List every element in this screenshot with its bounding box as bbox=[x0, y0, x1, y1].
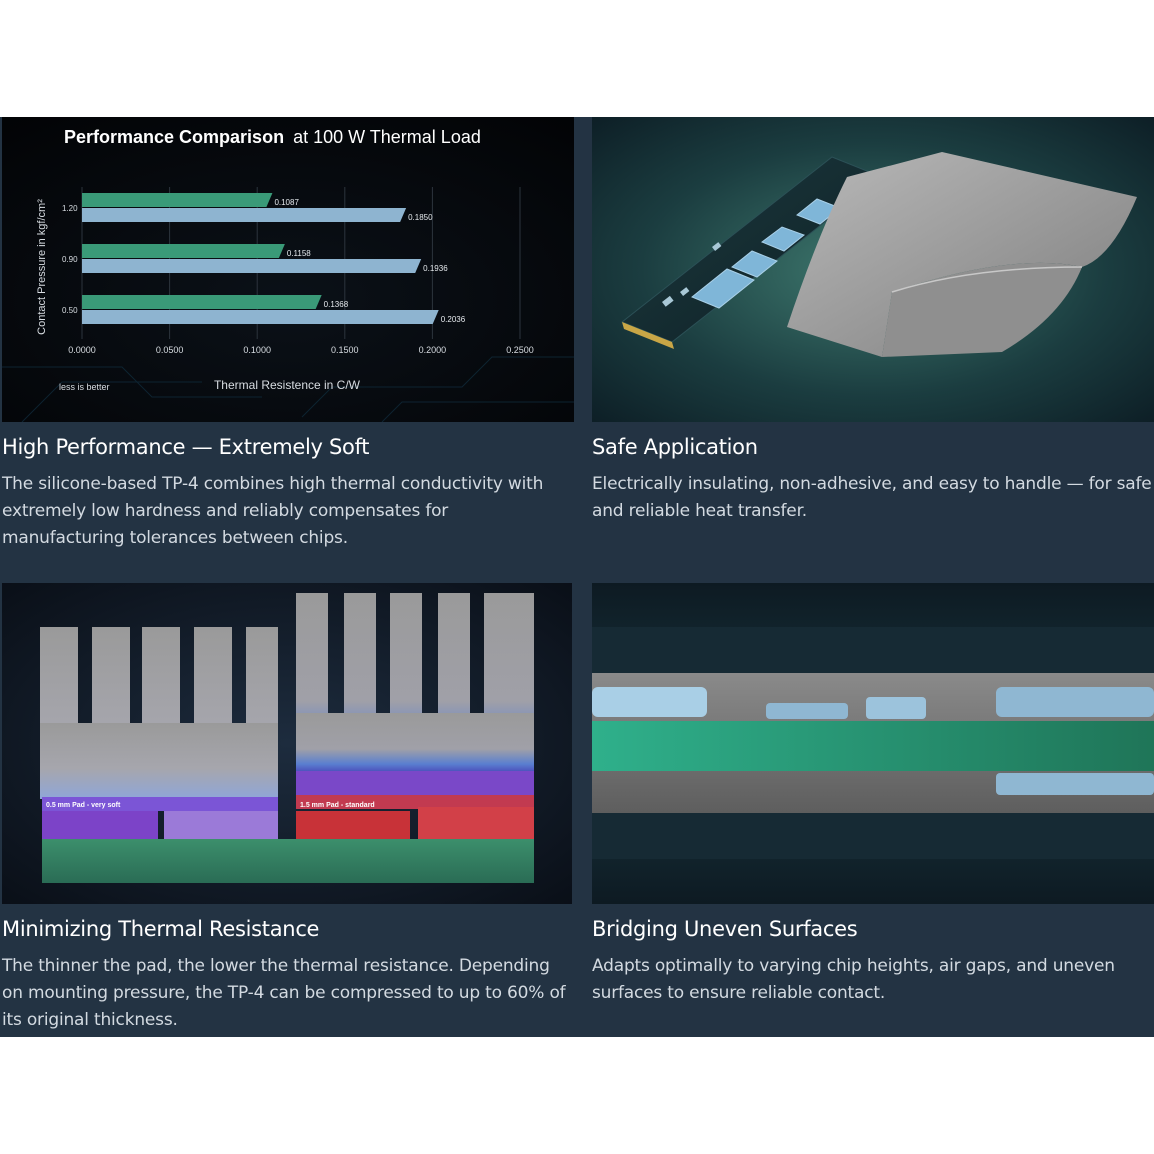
x-tick-label: 0.0500 bbox=[156, 345, 184, 355]
ssd-pad-illustration bbox=[592, 117, 1154, 422]
card-title: Safe Application bbox=[592, 435, 758, 459]
chart-bar bbox=[82, 259, 422, 273]
y-axis-label: Contact Pressure in kgf/cm² bbox=[36, 199, 48, 335]
chart-bar bbox=[82, 244, 285, 258]
card-description: The silicone-based TP-4 combines high th… bbox=[2, 474, 544, 548]
bar-value-label: 0.1368 bbox=[324, 300, 349, 309]
bar-value-label: 0.1158 bbox=[287, 249, 311, 258]
x-tick-label: 0.2500 bbox=[506, 345, 534, 355]
chart-canvas: Performance Comparison at 100 W Thermal … bbox=[2, 117, 574, 422]
card-title: High Performance — Extremely Soft bbox=[2, 435, 370, 459]
card-description: Adapts optimally to varying chip heights… bbox=[592, 956, 1115, 1003]
svg-text:Performance Comparison: Performance Comparison at 100 W Thermal … bbox=[64, 127, 481, 147]
y-category-label: 0.50 bbox=[62, 306, 78, 315]
performance-chart: Performance Comparison at 100 W Thermal … bbox=[2, 117, 574, 422]
chart-bar bbox=[82, 208, 407, 222]
right-pad-label: 1.5 mm Pad - standard bbox=[300, 802, 375, 809]
bar-value-label: 0.2036 bbox=[441, 315, 466, 324]
x-tick-label: 0.2000 bbox=[419, 345, 447, 355]
x-tick-label: 0.0000 bbox=[68, 345, 96, 355]
feature-grid: Performance Comparison at 100 W Thermal … bbox=[0, 117, 1154, 1037]
x-axis-label: Thermal Resistence in C/W bbox=[214, 378, 361, 392]
x-tick-label: 0.1000 bbox=[243, 345, 271, 355]
bar-value-label: 0.1850 bbox=[408, 213, 433, 222]
chart-note: less is better bbox=[59, 382, 110, 392]
bar-value-label: 0.1936 bbox=[423, 264, 448, 273]
heatsink-illustration: 0.5 mm Pad - very soft 1.5 mm Pad - stan… bbox=[2, 583, 574, 904]
cross-section-illustration bbox=[592, 583, 1154, 904]
card-description: Electrically insulating, non-adhesive, a… bbox=[592, 474, 1152, 521]
chart-bar bbox=[82, 310, 439, 324]
chart-title-rest: at 100 W Thermal Load bbox=[293, 127, 481, 147]
bar-value-label: 0.1087 bbox=[274, 198, 299, 207]
left-pad-label: 0.5 mm Pad - very soft bbox=[46, 802, 121, 809]
chart-title-bold: Performance Comparison bbox=[64, 127, 284, 147]
card-title: Bridging Uneven Surfaces bbox=[592, 917, 858, 941]
chart-bar bbox=[82, 295, 322, 309]
chart-bar bbox=[82, 193, 273, 207]
card-title: Minimizing Thermal Resistance bbox=[2, 917, 320, 941]
card-description: The thinner the pad, the lower the therm… bbox=[2, 956, 566, 1030]
y-category-label: 1.20 bbox=[62, 204, 78, 213]
y-category-label: 0.90 bbox=[62, 255, 78, 264]
x-tick-label: 0.1500 bbox=[331, 345, 359, 355]
